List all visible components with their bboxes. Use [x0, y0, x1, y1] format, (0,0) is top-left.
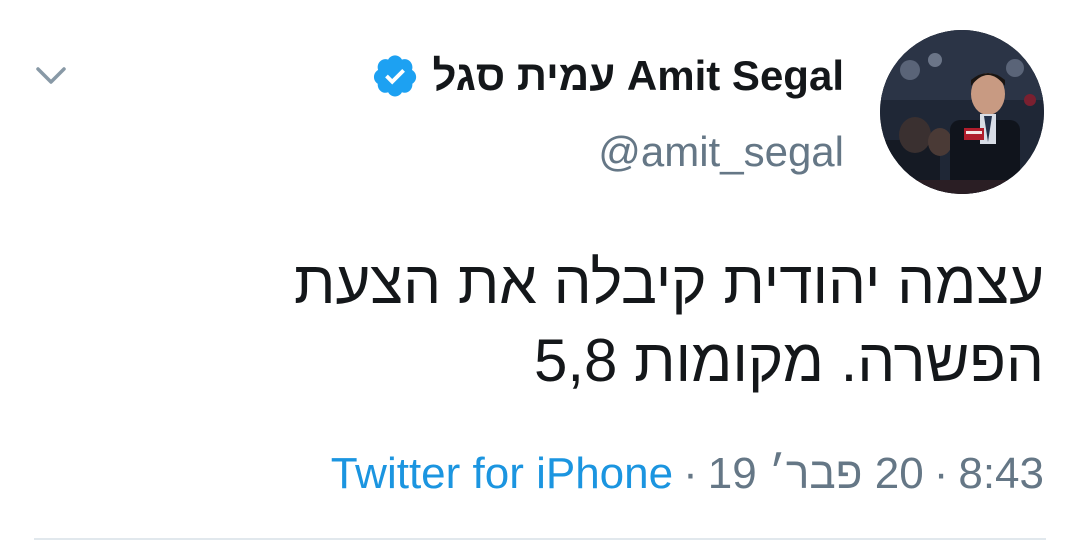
tweet-time[interactable]: 8:43 — [958, 449, 1044, 498]
tweet-source-link[interactable]: Twitter for iPhone — [331, 449, 673, 498]
verified-badge-icon — [373, 55, 416, 97]
tweet-text: עצמה יהודית קיבלה את הצעת הפשרה. מקומות … — [294, 249, 1044, 394]
meta-separator: · — [683, 449, 698, 498]
tweet-meta: Twitter for iPhone · 20 פבר׳ 19 · 8:43 — [331, 446, 1044, 502]
avatar[interactable] — [880, 30, 1044, 194]
author-handle[interactable]: @amit_segal — [598, 128, 844, 176]
author-display-name: עמית סגל Amit Segal — [432, 52, 844, 99]
avatar-photo — [880, 30, 1044, 194]
divider — [34, 538, 1046, 540]
author-name-row[interactable]: עמית סגל Amit Segal — [373, 48, 844, 104]
chevron-down-icon[interactable] — [34, 60, 68, 90]
tweet-date[interactable]: 20 פבר׳ 19 — [708, 449, 924, 498]
meta-separator: · — [933, 449, 949, 498]
